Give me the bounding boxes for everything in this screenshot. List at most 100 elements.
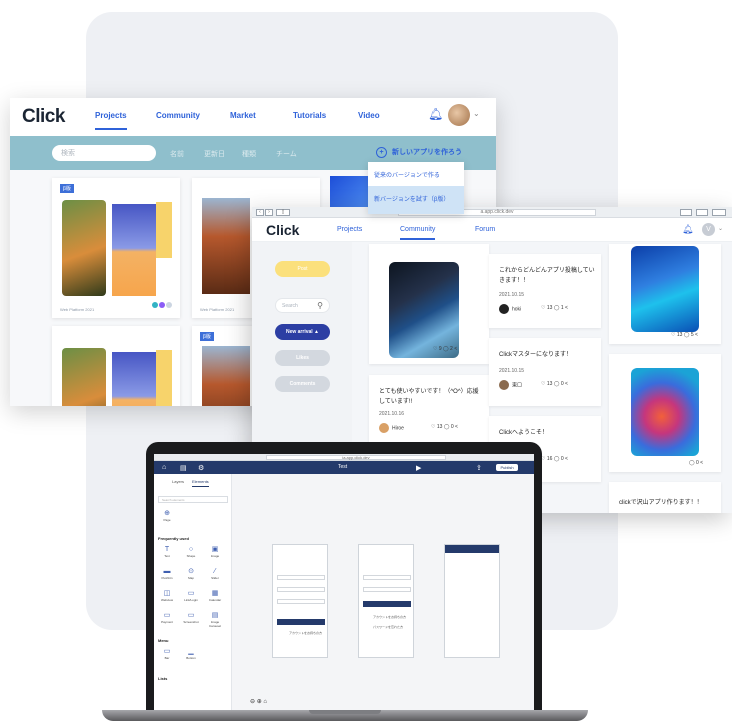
element-webview[interactable]: ◫ Webview <box>158 590 176 602</box>
element-image[interactable]: ▣ Image <box>206 546 224 558</box>
dropdown-item-beta[interactable]: 新バージョンを試す（β版） <box>368 186 464 214</box>
member-dots <box>151 295 172 313</box>
editor-screen: ia.app.click.dev ⌂ ▤ ⚙ Test ▶ ⇪ Publish … <box>154 454 534 710</box>
canvas-screen-signup[interactable]: アカウントをお持ちの方 パスワードを忘れた方 <box>358 544 414 658</box>
filter-likes[interactable]: Likes <box>275 350 330 366</box>
tabs-icon[interactable] <box>696 209 708 216</box>
share-icon[interactable]: ⇪ <box>476 464 482 472</box>
element-shape[interactable]: ○ Shape <box>182 546 200 558</box>
image-post[interactable]: ♡ 9 ◯ 2 < <box>369 244 489 364</box>
element-text[interactable]: T Text <box>158 546 176 558</box>
share-icon[interactable] <box>680 209 692 216</box>
canvas-field <box>277 599 325 604</box>
url-bar[interactable]: ia.app.click.dev <box>266 455 446 460</box>
app-screen-side <box>156 202 172 258</box>
marketing-composite: Click Projects Community Market Tutorial… <box>0 0 732 724</box>
image-post[interactable]: ◯ 0 < <box>609 354 721 472</box>
element-bar[interactable]: ▭ Bar <box>158 648 176 660</box>
browser-bar: ia.app.click.dev <box>154 454 534 461</box>
map-pin-icon: ⊙ <box>188 568 194 575</box>
dropdown-item-legacy[interactable]: 従来のバージョンで作る <box>368 162 464 186</box>
avatar[interactable]: V <box>702 223 715 236</box>
project-card[interactable]: β版 Web Platform 2021 <box>52 178 180 318</box>
text-post[interactable]: clickで沢山アプリ作ります！！ <box>609 482 721 513</box>
image-post[interactable]: ♡ 13 ◯ 5 < <box>609 244 721 344</box>
tab-layers[interactable]: Layers <box>172 479 184 484</box>
text-icon: T <box>164 546 170 553</box>
post-user: Hiroe <box>379 423 404 433</box>
laptop-notch <box>309 710 381 714</box>
text-post[interactable]: これからどんどんアプリ投稿していきます！！ 2021.10.15 hoki ♡ … <box>489 254 601 328</box>
post-text: とても使いやすいです！（^O^）応援しています!! <box>379 389 479 405</box>
forward-icon[interactable]: › <box>265 209 273 216</box>
salad-screenshot <box>62 200 106 296</box>
canvas-field <box>277 587 325 592</box>
search-placeholder: Search <box>282 303 298 309</box>
click-logo[interactable]: Click <box>22 106 65 128</box>
nav-video[interactable]: Video <box>358 111 380 120</box>
element-calendar[interactable]: ▦ Calendar <box>206 590 224 602</box>
project-card[interactable] <box>52 326 180 406</box>
canyon-screenshot <box>202 346 250 406</box>
post-stats: ◯ 0 < <box>689 460 704 466</box>
canvas-field <box>363 575 411 580</box>
chevron-down-icon[interactable]: ⌄ <box>473 109 480 118</box>
beta-tag: β版 <box>200 332 214 341</box>
sort-updated[interactable]: 更新日 <box>204 149 225 159</box>
search-input[interactable]: Search ⚲ <box>275 298 330 313</box>
app-screen-side <box>156 350 172 406</box>
search-input[interactable]: Search elements <box>158 496 228 503</box>
preview-icon[interactable]: ▶ <box>416 464 421 472</box>
canvas-field <box>363 587 411 592</box>
sort-type[interactable]: 種類 <box>242 149 256 159</box>
screens-icon[interactable]: ▤ <box>180 464 187 472</box>
new-app-button[interactable]: + 新しいアプリを作ろう <box>376 147 462 158</box>
post-date: 2021.10.16 <box>379 411 405 417</box>
zoom-controls[interactable]: ⊖ ⊕ ⌂ <box>250 698 267 705</box>
click-logo[interactable]: Click <box>266 222 299 238</box>
nav-forum[interactable]: Forum <box>475 226 495 233</box>
search-input[interactable]: 検索 <box>52 145 156 161</box>
sort-name[interactable]: 名前 <box>170 149 184 159</box>
nav-tutorials[interactable]: Tutorials <box>293 111 326 120</box>
nav-market[interactable]: Market <box>230 111 256 120</box>
nav-community[interactable]: Community <box>400 226 436 240</box>
back-icon[interactable]: ‹ <box>256 209 264 216</box>
element-image-carousel[interactable]: ▤ Image Carousel <box>206 612 224 628</box>
nav-projects[interactable]: Projects <box>95 111 127 130</box>
sidebar-toggle-icon[interactable]: ▯ <box>276 209 290 216</box>
filter-comments[interactable]: Comments <box>275 376 330 392</box>
nav-projects[interactable]: Projects <box>337 226 362 233</box>
tab-elements[interactable]: Elements <box>192 479 209 487</box>
avatar[interactable] <box>448 104 470 126</box>
element-page[interactable]: ⊕ Page <box>158 510 176 522</box>
search-icon: ⚲ <box>317 301 323 310</box>
home-icon[interactable]: ⌂ <box>162 464 166 471</box>
text-post[interactable]: Clickマスターになります！ 2021.10.15 東口 ♡ 13 ◯ 0 < <box>489 338 601 406</box>
bell-icon[interactable]: 🔔︎ <box>682 224 693 235</box>
filter-new-arrival[interactable]: New arrival ▲ <box>275 324 330 340</box>
carousel-icon: ▤ <box>211 612 219 619</box>
project-title[interactable]: Test <box>338 464 347 470</box>
element-payment[interactable]: ▭ Payment <box>158 612 176 624</box>
bell-icon[interactable]: 🔔︎ <box>428 107 443 121</box>
add-tab-icon[interactable] <box>712 209 726 216</box>
settings-icon[interactable]: ⚙ <box>198 464 204 472</box>
chevron-down-icon[interactable]: ⌄ <box>718 225 723 232</box>
element-login[interactable]: ▭ Link/Login <box>182 590 200 602</box>
canvas-screen-home[interactable] <box>444 544 500 658</box>
nav-community[interactable]: Community <box>156 111 200 120</box>
post-stats: ♡ 13 ◯ 0 < <box>541 381 568 387</box>
sort-team[interactable]: チーム <box>276 149 297 159</box>
element-pushbtn[interactable]: ▬ Pushbtn <box>158 568 176 580</box>
text-post[interactable]: とても使いやすいです！（^O^）応援しています!! 2021.10.16 Hir… <box>369 375 489 445</box>
element-bottom[interactable]: ▁ Bottom <box>182 648 200 660</box>
post-text: clickで沢山アプリ作ります！！ <box>619 500 703 506</box>
publish-button[interactable]: Publish <box>496 464 518 471</box>
post-user: 東口 <box>499 380 522 390</box>
element-slider[interactable]: ⁄ Slider <box>206 568 224 580</box>
canvas-screen-login[interactable]: アカウントをお持ちの方 <box>272 544 328 658</box>
post-button[interactable]: Post <box>275 261 330 277</box>
element-screenshot[interactable]: ▭ Screenshot <box>182 612 200 624</box>
element-map[interactable]: ⊙ Map <box>182 568 200 580</box>
